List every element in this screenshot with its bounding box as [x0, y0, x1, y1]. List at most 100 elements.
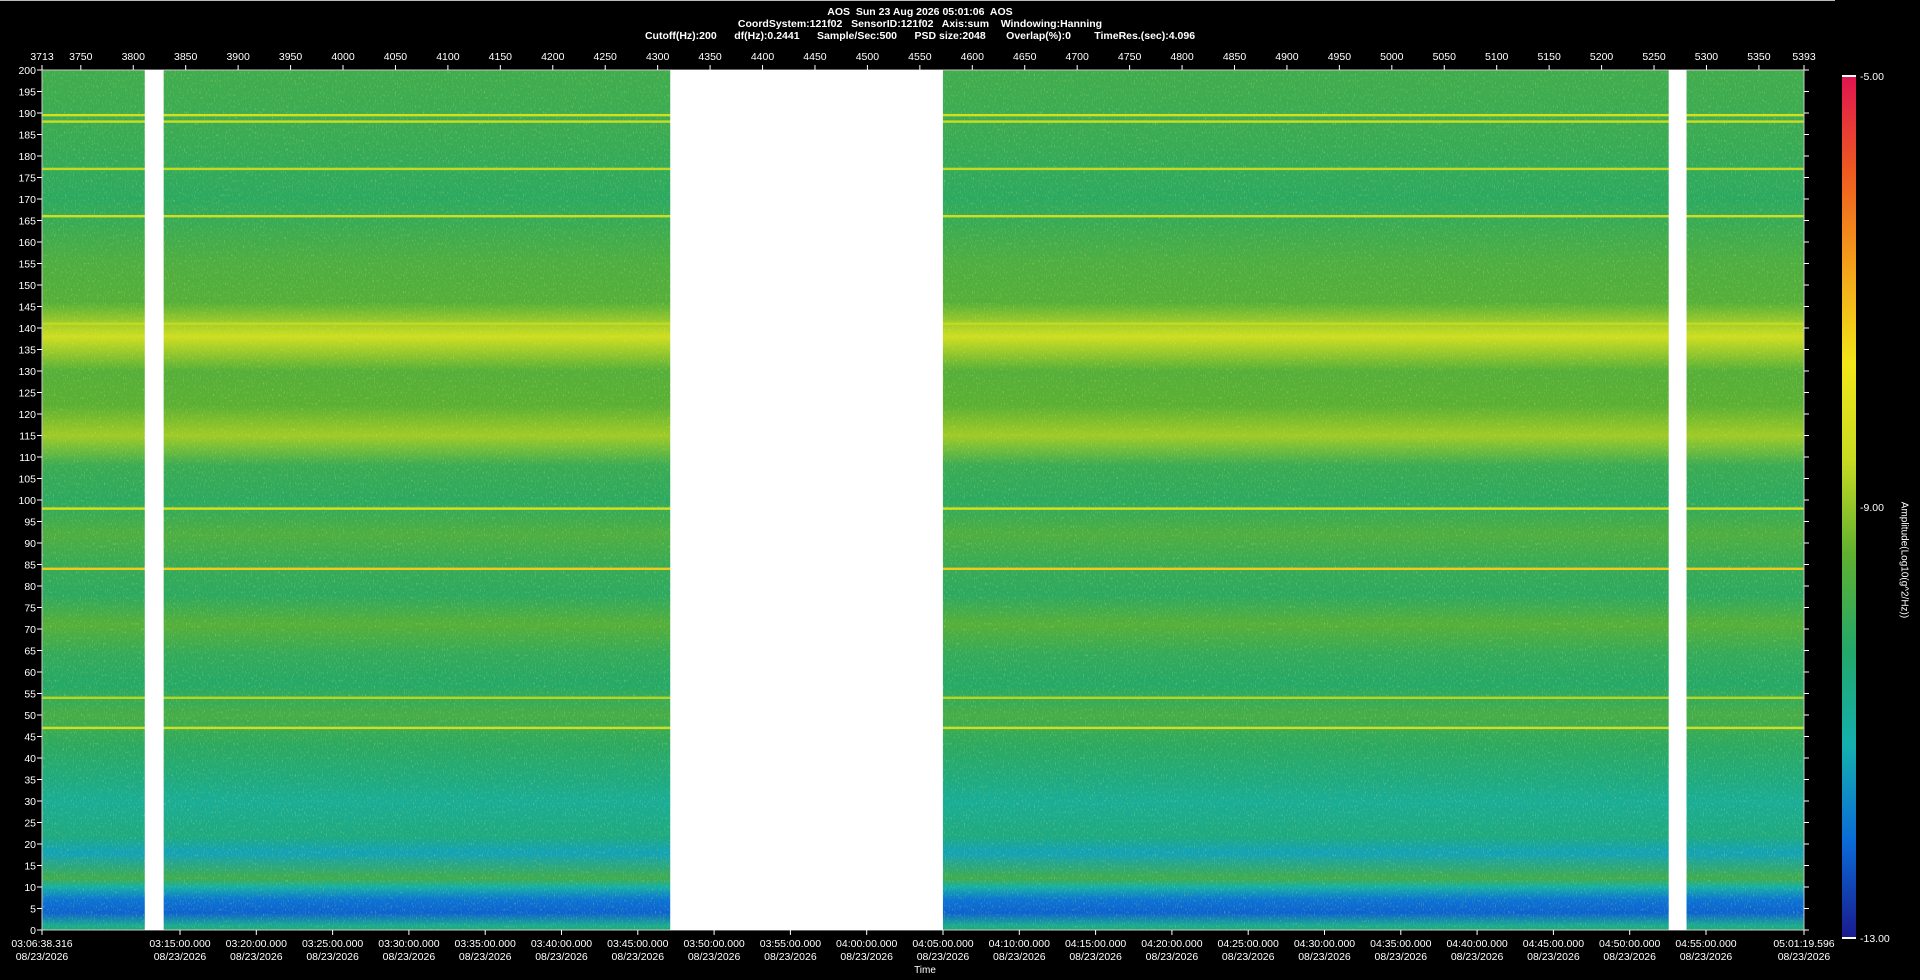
x-axis-label: Time: [914, 965, 936, 976]
y-tick-label: 160: [18, 237, 36, 249]
colorbar-gradient: [1842, 76, 1856, 938]
y-tick-label: 30: [24, 796, 36, 808]
y-tick-label: 155: [18, 259, 36, 271]
y-tick-label: 125: [18, 388, 36, 400]
y-tick-label: 115: [19, 431, 36, 443]
x-tick-time: 04:00:00.000: [836, 938, 897, 950]
top-tick-label: 4300: [646, 51, 670, 63]
y-tick-label: 55: [24, 689, 36, 701]
top-tick-label: 4650: [1013, 51, 1037, 63]
top-tick-label: 3950: [279, 51, 303, 63]
top-tick-label: 4400: [751, 51, 775, 63]
top-tick-label: 3850: [174, 51, 198, 63]
top-tick-label: 4750: [1118, 51, 1142, 63]
x-tick-date: 08/23/2026: [1603, 951, 1656, 963]
x-tick-date: 08/23/2026: [764, 951, 817, 963]
top-tick-label: 5000: [1380, 51, 1404, 63]
spectrogram-chart[interactable]: 2001951901851801751701651601551501451401…: [0, 0, 1920, 980]
top-tick-label: 4250: [594, 51, 618, 63]
x-axis: 03:06:38.31608/23/202603:15:00.00008/23/…: [11, 930, 1835, 963]
x-tick-date: 08/23/2026: [993, 951, 1046, 963]
x-tick-date: 08/23/2026: [383, 951, 436, 963]
top-tick-label: 4150: [489, 51, 513, 63]
y-tick-label: 110: [19, 452, 36, 464]
x-tick-time: 03:40:00.000: [531, 938, 592, 950]
data-gap: [144, 70, 164, 930]
y-tick-label: 25: [24, 818, 36, 830]
top-tick-label: 5200: [1590, 51, 1614, 63]
y-tick-label: 175: [18, 173, 36, 185]
x-tick-date: 08/23/2026: [612, 951, 665, 963]
top-tick-label: 3750: [69, 51, 93, 63]
x-tick-time: 04:20:00.000: [1141, 938, 1202, 950]
x-tick-time: 05:01:19.596: [1773, 938, 1834, 950]
top-tick-label: 4000: [331, 51, 355, 63]
x-tick-time: 03:35:00.000: [455, 938, 516, 950]
top-tick-label: 5100: [1485, 51, 1509, 63]
top-tick-label: 5150: [1537, 51, 1561, 63]
x-tick-date: 08/23/2026: [535, 951, 588, 963]
y-tick-label: 100: [18, 495, 36, 507]
top-tick-label: 4850: [1223, 51, 1247, 63]
data-gap: [670, 70, 943, 930]
x-tick-time: 04:45:00.000: [1523, 938, 1584, 950]
x-tick-time: 04:50:00.000: [1599, 938, 1660, 950]
x-tick-date: 08/23/2026: [840, 951, 893, 963]
top-tick-label: 5300: [1695, 51, 1719, 63]
y-tick-label: 75: [24, 603, 36, 615]
y-tick-label: 105: [18, 474, 36, 486]
x-tick-date: 08/23/2026: [1451, 951, 1504, 963]
x-tick-time: 04:05:00.000: [912, 938, 973, 950]
top-tick-label: 5393: [1792, 51, 1816, 63]
colorbar-label: Amplitude(Log10(g^2/Hz)): [1898, 501, 1910, 619]
x-tick-time: 03:20:00.000: [226, 938, 287, 950]
colorbar-max-label: -5.00: [1860, 71, 1884, 83]
y-tick-label: 200: [18, 65, 36, 77]
top-tick-label: 4100: [436, 51, 460, 63]
top-tick-label: 3800: [122, 51, 146, 63]
y-tick-label: 95: [24, 517, 36, 529]
x-tick-date: 08/23/2026: [917, 951, 970, 963]
x-tick-time: 04:30:00.000: [1294, 938, 1355, 950]
top-tick-label: 4950: [1328, 51, 1352, 63]
x-tick-date: 08/23/2026: [16, 951, 69, 963]
x-tick-date: 08/23/2026: [1778, 951, 1831, 963]
x-tick-time: 03:15:00.000: [149, 938, 210, 950]
x-tick-time: 03:45:00.000: [607, 938, 668, 950]
y-tick-label: 145: [18, 302, 36, 314]
y-tick-label: 185: [18, 130, 36, 142]
x-tick-time: 03:25:00.000: [302, 938, 363, 950]
y-tick-label: 140: [18, 323, 36, 335]
top-tick-label: 4600: [961, 51, 985, 63]
x-tick-date: 08/23/2026: [1069, 951, 1122, 963]
colorbar-mid-label: -9.00: [1860, 502, 1884, 514]
top-tick-label: 3713: [30, 51, 54, 63]
data-gap: [1668, 70, 1687, 930]
x-tick-date: 08/23/2026: [306, 951, 359, 963]
y-tick-label: 40: [24, 753, 36, 765]
x-tick-time: 04:55:00.000: [1675, 938, 1736, 950]
y-tick-label: 150: [18, 280, 36, 292]
x-tick-time: 04:10:00.000: [989, 938, 1050, 950]
y-tick-label: 50: [24, 710, 36, 722]
y-tick-label: 170: [18, 194, 36, 206]
top-tick-label: 3900: [226, 51, 250, 63]
x-tick-date: 08/23/2026: [459, 951, 512, 963]
x-tick-time: 04:15:00.000: [1065, 938, 1126, 950]
top-tick-label: 4500: [856, 51, 880, 63]
x-tick-time: 04:40:00.000: [1446, 938, 1507, 950]
y-tick-label: 60: [24, 667, 36, 679]
colorbar-min-label: -13.00: [1860, 933, 1890, 945]
y-tick-label: 80: [24, 581, 36, 593]
y-tick-label: 180: [18, 151, 36, 163]
top-tick-label: 4350: [698, 51, 722, 63]
y-tick-label: 45: [24, 732, 36, 744]
x-tick-time: 03:50:00.000: [683, 938, 744, 950]
x-tick-date: 08/23/2026: [230, 951, 283, 963]
top-tick-label: 4050: [384, 51, 408, 63]
top-tick-label: 4700: [1065, 51, 1089, 63]
top-tick-label: 4200: [541, 51, 565, 63]
top-tick-label: 5250: [1642, 51, 1666, 63]
y-tick-label: 20: [24, 839, 36, 851]
y-tick-label: 85: [24, 560, 36, 572]
